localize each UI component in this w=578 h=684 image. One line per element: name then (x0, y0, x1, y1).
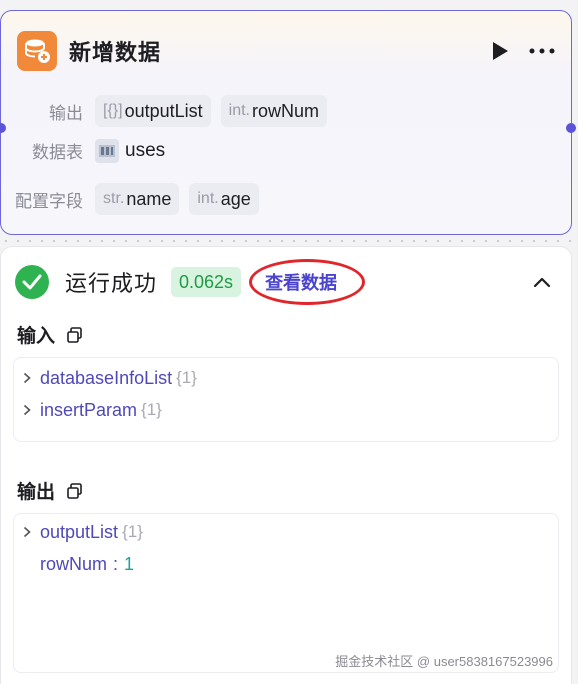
table-value: uses (125, 139, 166, 161)
canvas-dot-grid (0, 238, 578, 244)
node-title: 新增数据 (69, 40, 162, 65)
check-circle-icon (15, 265, 49, 299)
more-button[interactable] (529, 48, 555, 54)
output-label: 输出 (49, 103, 83, 123)
table-label: 数据表 (32, 143, 83, 162)
run-result-panel: 运行成功 0.062s 查看数据 输入 databaseInfoList {1}… (0, 246, 572, 684)
chevron-up-icon (533, 277, 551, 287)
chevron-right-icon[interactable] (20, 526, 34, 538)
output-section-title: 输出 (17, 477, 83, 504)
node-header: 新增数据 (17, 31, 555, 71)
copy-icon[interactable] (67, 482, 83, 499)
view-data-link[interactable]: 查看数据 (249, 259, 366, 305)
more-dots-icon (529, 48, 555, 54)
output-tag-outputlist: [{}] outputList (95, 95, 211, 127)
output-json-viewer: outputList {1} rowNum : 1 (13, 513, 559, 673)
list-item[interactable]: insertParam {1} (20, 398, 162, 422)
list-item[interactable]: databaseInfoList {1} (20, 366, 197, 390)
database-add-icon (17, 31, 57, 71)
collapse-button[interactable] (533, 277, 551, 288)
config-label: 配置字段 (15, 191, 83, 211)
watermark: 掘金技术社区 @ user5838167523996 (335, 654, 553, 669)
output-row: 输出 [{}] outputList int. rowNum (1, 95, 337, 127)
status-text: 运行成功 (65, 271, 158, 296)
config-tag-name: str. name (95, 183, 180, 215)
list-item[interactable]: outputList {1} (20, 520, 143, 544)
table-icon (95, 138, 119, 163)
output-port[interactable] (566, 123, 576, 133)
play-icon (493, 42, 508, 60)
input-section-title: 输入 (17, 321, 83, 348)
copy-icon[interactable] (67, 326, 83, 343)
table-row: 数据表 uses (1, 138, 165, 163)
chevron-right-icon[interactable] (20, 404, 34, 416)
chevron-right-icon[interactable] (20, 372, 34, 384)
output-tag-rownum: int. rowNum (220, 95, 327, 127)
node-card[interactable]: 新增数据 输出 [{}] outputList int. rowNum 数据表 (0, 10, 576, 235)
list-item: rowNum : 1 (40, 553, 135, 574)
duration-badge: 0.062s (171, 267, 242, 297)
config-row: 配置字段 str. name int. age (1, 183, 269, 215)
run-button[interactable] (491, 41, 509, 61)
status-row: 运行成功 0.062s 查看数据 (15, 259, 557, 305)
config-tag-age: int. age (189, 183, 259, 215)
input-json-viewer: databaseInfoList {1} insertParam {1} (13, 357, 559, 442)
